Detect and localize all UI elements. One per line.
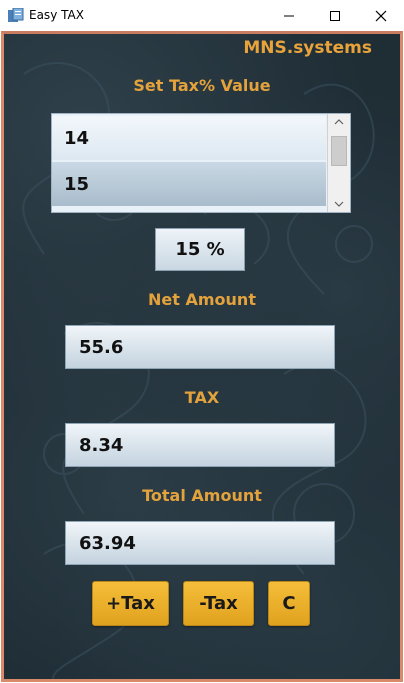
scroll-down-icon[interactable] [328,196,350,212]
main-panel: MNS.systems Set Tax% Value 14 15 15 % Ne… [1,31,403,682]
remove-tax-button[interactable]: -Tax [183,581,254,626]
tax-list-label: Set Tax% Value [133,76,271,95]
app-icon [8,8,24,22]
close-icon [375,10,387,21]
net-amount-label: Net Amount [148,290,256,309]
list-scrollbar[interactable] [327,114,350,212]
add-tax-button[interactable]: +Tax [92,581,169,626]
minimize-button[interactable] [266,0,312,31]
minimize-icon [284,15,294,16]
list-item-selected[interactable]: 15 [52,162,326,206]
title-bar: Easy TAX [0,0,404,31]
tax-field[interactable]: 8.34 [65,423,335,467]
total-amount-field[interactable]: 63.94 [65,521,335,565]
tax-label: TAX [184,388,220,407]
app-window: Easy TAX MNS.systems Set Tax% Value 14 1… [0,0,404,683]
brand-logo-text: MNS.systems [243,38,372,58]
list-item[interactable]: 14 [52,116,326,160]
tax-percent-list[interactable]: 14 15 [51,113,351,213]
scroll-up-icon[interactable] [328,114,350,130]
maximize-button[interactable] [312,0,358,31]
close-button[interactable] [358,0,404,31]
clear-button[interactable]: C [268,581,310,626]
scroll-thumb[interactable] [331,136,347,166]
window-title: Easy TAX [29,8,84,22]
net-amount-field[interactable]: 55.6 [65,325,335,369]
tax-percent-display: 15 % [155,228,245,271]
total-amount-label: Total Amount [142,486,262,505]
maximize-icon [330,10,340,21]
